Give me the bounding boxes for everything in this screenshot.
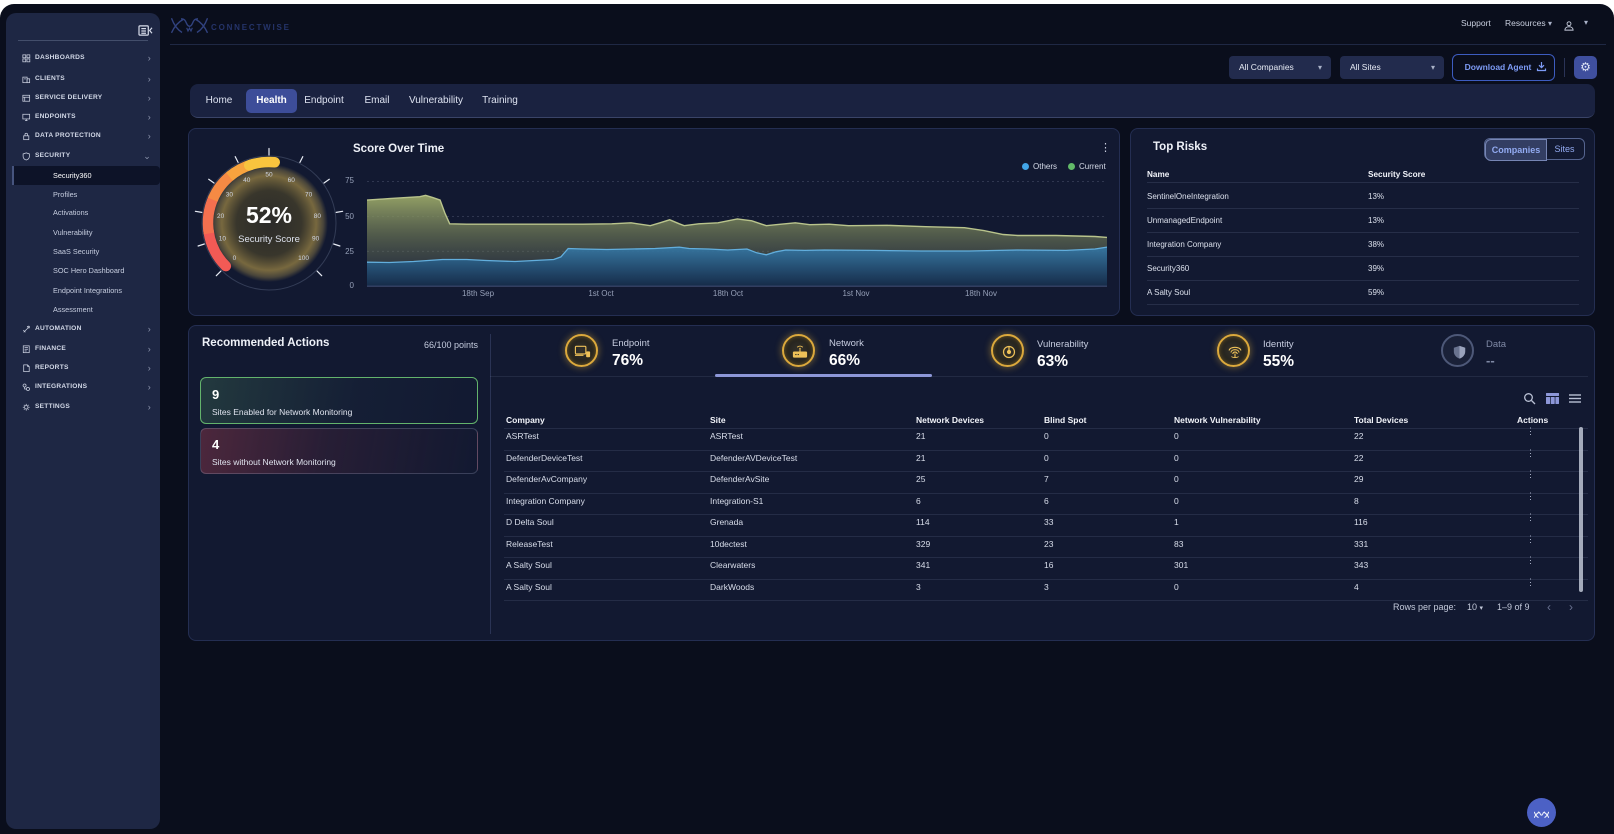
svg-text:40: 40 [243,177,251,184]
svg-text:60: 60 [288,177,296,184]
svg-text:10: 10 [219,236,227,243]
svg-text:80: 80 [314,213,322,220]
svg-text:Security Score: Security Score [238,234,300,245]
svg-text:52%: 52% [246,202,292,228]
svg-text:0: 0 [233,255,237,262]
svg-text:30: 30 [226,192,234,199]
svg-text:100: 100 [298,255,309,262]
svg-text:70: 70 [305,192,313,199]
svg-text:90: 90 [312,236,320,243]
svg-text:20: 20 [217,213,225,220]
svg-text:50: 50 [265,172,273,179]
